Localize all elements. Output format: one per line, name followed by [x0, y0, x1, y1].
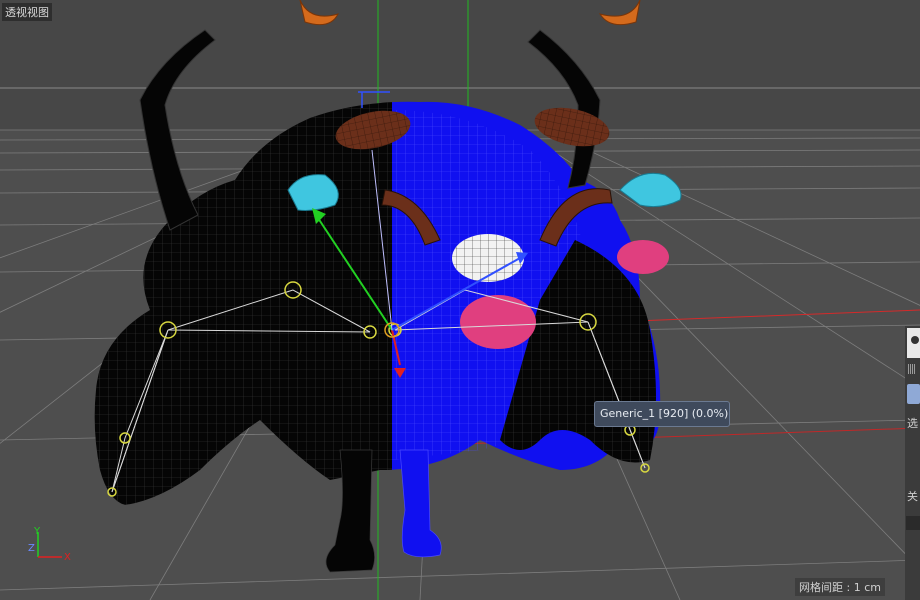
- panel-mode-button[interactable]: [907, 384, 920, 404]
- panel-label-select[interactable]: 选: [907, 417, 918, 430]
- panel-header[interactable]: [907, 328, 920, 358]
- panel-label-keyframe[interactable]: 关: [907, 490, 918, 503]
- view-icon: [911, 336, 919, 344]
- axis-y-label: Y: [34, 526, 41, 537]
- axis-x-label: X: [64, 552, 71, 563]
- nose[interactable]: [452, 234, 524, 282]
- perspective-viewport[interactable]: 透视视图 Generic_1 [920] (0.0%) 网格间距 : 1 cm …: [0, 0, 920, 600]
- grid-spacing-label: 网格间距 : 1 cm: [795, 578, 885, 596]
- object-tooltip: Generic_1 [920] (0.0%): [594, 401, 730, 427]
- axis-z-label: Z: [28, 543, 35, 554]
- viewport-title[interactable]: 透视视图: [2, 3, 52, 21]
- attribute-side-panel[interactable]: 选 关: [905, 326, 920, 600]
- grip-icon[interactable]: [908, 364, 916, 374]
- viewport-canvas[interactable]: [0, 0, 920, 600]
- panel-input-field[interactable]: [906, 516, 920, 530]
